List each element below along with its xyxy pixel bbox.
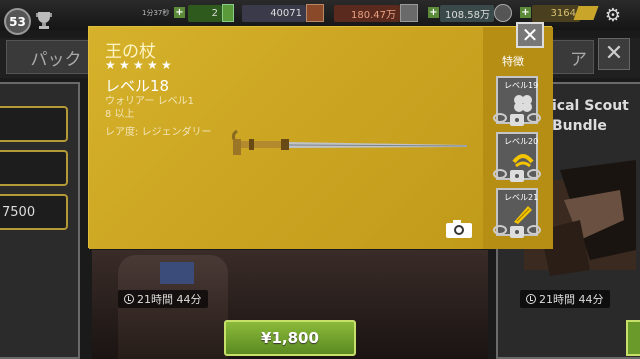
staff-weapon-image bbox=[231, 129, 468, 155]
badge-icon bbox=[494, 4, 512, 22]
offer-timer-text: 21時間 44分 bbox=[137, 293, 202, 306]
item-detail-popup: 王の杖 ★ ★ ★ ★ ★ レベル18 ウォリアー レベル1 8 以上 レア度:… bbox=[88, 26, 553, 249]
energy-canister-icon bbox=[222, 4, 234, 22]
star-icon: ★ bbox=[147, 58, 158, 72]
lock-chain-icon bbox=[493, 169, 541, 182]
feature-level: レベル20 bbox=[504, 137, 539, 146]
iron-value: 40071 bbox=[242, 5, 306, 22]
settings-gear-icon[interactable]: ⚙ bbox=[600, 5, 626, 27]
offer-timer-right: 21時間 44分 bbox=[520, 290, 610, 308]
features-label: 特徴 bbox=[502, 55, 524, 68]
offer-row[interactable] bbox=[0, 150, 68, 186]
supplies-value: 108.58万 bbox=[440, 5, 494, 22]
trophy-icon[interactable] bbox=[33, 10, 55, 30]
feature-locked-2[interactable]: レベル20 bbox=[492, 132, 542, 188]
energy-value: 2 bbox=[188, 5, 222, 22]
cash-value: 180.47万 bbox=[334, 5, 400, 22]
add-supplies-button[interactable]: + bbox=[428, 7, 439, 18]
hero-belt bbox=[160, 262, 194, 284]
offer-row[interactable] bbox=[0, 106, 68, 142]
star-icon: ★ bbox=[161, 58, 172, 72]
lock-chain-icon bbox=[493, 113, 541, 126]
item-info-area: 王の杖 ★ ★ ★ ★ ★ レベル18 ウォリアー レベル1 8 以上 レア度:… bbox=[89, 27, 483, 249]
star-icon: ★ bbox=[119, 58, 130, 72]
feature-locked-1[interactable]: レベル19 bbox=[492, 76, 542, 132]
item-requirement: ウォリアー レベル1 8 以上 bbox=[105, 96, 194, 120]
offer-timer-left: 21時間 44分 bbox=[118, 290, 208, 308]
energy-timer: 1分37秒 bbox=[142, 9, 170, 17]
offer-timer-text: 21時間 44分 bbox=[539, 293, 604, 306]
tab-store[interactable]: ア bbox=[548, 40, 594, 74]
lock-chain-icon bbox=[493, 225, 541, 238]
camera-icon[interactable] bbox=[445, 219, 473, 239]
item-level: レベル18 bbox=[105, 77, 170, 95]
gold-bar-icon bbox=[573, 6, 599, 20]
item-rarity: レア度: レジェンダリー bbox=[105, 127, 212, 138]
popup-close-button[interactable]: ✕ bbox=[516, 22, 544, 48]
shop-close-button[interactable]: ✕ bbox=[598, 38, 630, 70]
buy-button-secondary[interactable] bbox=[626, 320, 640, 356]
buy-button[interactable]: ¥1,800 bbox=[224, 320, 356, 356]
clock-icon bbox=[124, 294, 134, 304]
player-level-badge[interactable]: 53 bbox=[4, 8, 31, 35]
feature-locked-3[interactable]: レベル21 bbox=[492, 188, 542, 244]
star-icon: ★ bbox=[133, 58, 144, 72]
add-gold-button[interactable]: + bbox=[520, 7, 531, 18]
bundle-title: ical Scout Bundle bbox=[552, 98, 629, 134]
clock-icon bbox=[526, 294, 536, 304]
rarity-stars: ★ ★ ★ ★ ★ bbox=[105, 59, 173, 71]
star-icon: ★ bbox=[105, 58, 116, 72]
crate-icon bbox=[306, 4, 324, 22]
add-energy-button[interactable]: + bbox=[174, 7, 185, 18]
feature-level: レベル19 bbox=[504, 81, 539, 90]
cash-icon bbox=[400, 4, 418, 22]
feature-level: レベル21 bbox=[504, 193, 539, 202]
offer-row-price[interactable]: 7500 bbox=[0, 194, 68, 230]
